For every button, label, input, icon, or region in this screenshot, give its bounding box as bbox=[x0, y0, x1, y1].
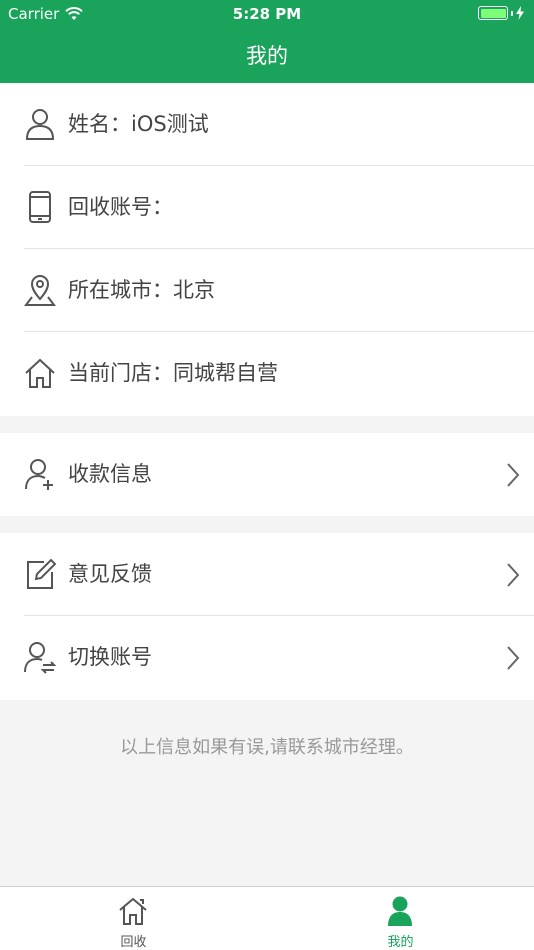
tab-mine[interactable]: 我的 bbox=[267, 887, 534, 950]
battery-icon bbox=[478, 6, 508, 20]
chevron-right-icon bbox=[507, 646, 520, 670]
user-icon bbox=[25, 109, 55, 140]
profile-store-row: 当前门店：同城帮自营 bbox=[0, 332, 534, 415]
feedback-row[interactable]: 意见反馈 bbox=[0, 533, 534, 616]
chevron-right-icon bbox=[507, 463, 520, 487]
profile-name-row: 姓名：iOS测试 bbox=[0, 83, 534, 166]
tab-bar: 回收 我的 bbox=[0, 886, 534, 950]
tab-mine-label: 我的 bbox=[387, 935, 414, 950]
switch-account-label: 切换账号 bbox=[68, 645, 152, 669]
switch-user-icon bbox=[24, 642, 56, 674]
location-icon bbox=[24, 275, 56, 306]
user-filled-icon bbox=[388, 896, 412, 926]
phone-icon bbox=[29, 191, 51, 223]
status-time: 5:28 PM bbox=[232, 5, 302, 23]
home-icon bbox=[119, 897, 147, 925]
home-icon bbox=[25, 358, 55, 388]
battery-indicator bbox=[478, 6, 524, 20]
user-add-icon bbox=[25, 459, 53, 490]
feedback-label: 意见反馈 bbox=[68, 562, 152, 586]
profile-name-label: 姓名：iOS测试 bbox=[68, 112, 209, 136]
page-title: 我的 bbox=[246, 44, 288, 68]
footer-note: 以上信息如果有误,请联系城市经理。 bbox=[120, 737, 414, 758]
tab-recycle-label: 回收 bbox=[120, 935, 147, 950]
actions-section: 意见反馈 切换账号 bbox=[0, 533, 534, 700]
charging-icon bbox=[516, 6, 524, 20]
chevron-right-icon bbox=[507, 563, 520, 587]
payment-section: 收款信息 bbox=[0, 433, 534, 516]
profile-account-label: 回收账号： bbox=[68, 195, 173, 219]
profile-account-row: 回收账号： bbox=[0, 166, 534, 249]
tab-recycle[interactable]: 回收 bbox=[0, 887, 267, 950]
profile-store-label: 当前门店：同城帮自营 bbox=[68, 361, 278, 385]
profile-section: 姓名：iOS测试 回收账号： 所在城市：北京 当前门店：同城帮自营 bbox=[0, 83, 534, 416]
profile-city-row: 所在城市：北京 bbox=[0, 249, 534, 332]
payment-info-label: 收款信息 bbox=[68, 462, 152, 486]
status-bar: Carrier 5:28 PM bbox=[0, 0, 534, 27]
edit-icon bbox=[27, 558, 56, 589]
payment-info-row[interactable]: 收款信息 bbox=[0, 433, 534, 516]
profile-city-label: 所在城市：北京 bbox=[68, 278, 215, 302]
app-header: Carrier 5:28 PM 我的 bbox=[0, 0, 534, 83]
switch-account-row[interactable]: 切换账号 bbox=[0, 616, 534, 699]
